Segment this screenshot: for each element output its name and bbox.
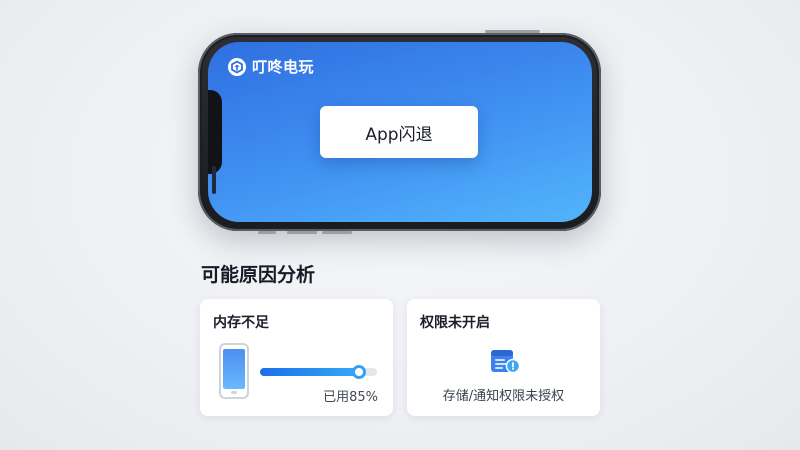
brand-name: 叮咚电玩 (252, 58, 315, 76)
camera-sensor (212, 166, 216, 194)
brand-logo-icon (228, 57, 246, 76)
memory-cause-card[interactable]: 内存不足 已用85% (200, 299, 393, 416)
memory-usage-fill (260, 368, 359, 376)
phone-volume-up-button (287, 231, 317, 234)
phone-power-button (485, 30, 540, 33)
storage-notification-icon (488, 344, 522, 378)
memory-card-title: 内存不足 (213, 315, 269, 331)
permission-card-title: 权限未开启 (420, 315, 490, 331)
crash-alert-label: App闪退 (365, 124, 433, 145)
phone-side-button (258, 231, 276, 234)
memory-usage-knob (352, 365, 366, 379)
analysis-title: 可能原因分析 (201, 264, 316, 286)
phone-screen: 叮咚电玩 App闪退 (208, 42, 592, 222)
permission-cause-card[interactable]: 权限未开启 存储/通知权限未授权 (407, 299, 600, 416)
phone-volume-down-button (322, 231, 352, 234)
phone-notch (208, 90, 222, 194)
phone-icon-screen (223, 349, 245, 389)
phone-icon-home (231, 391, 237, 394)
phone-icon (219, 343, 249, 399)
memory-usage-bar (260, 365, 377, 379)
memory-usage-text: 已用85% (323, 390, 378, 405)
brand: 叮咚电玩 (228, 56, 314, 77)
permission-description: 存储/通知权限未授权 (442, 389, 565, 404)
crash-alert-card[interactable]: App闪退 (320, 106, 478, 158)
